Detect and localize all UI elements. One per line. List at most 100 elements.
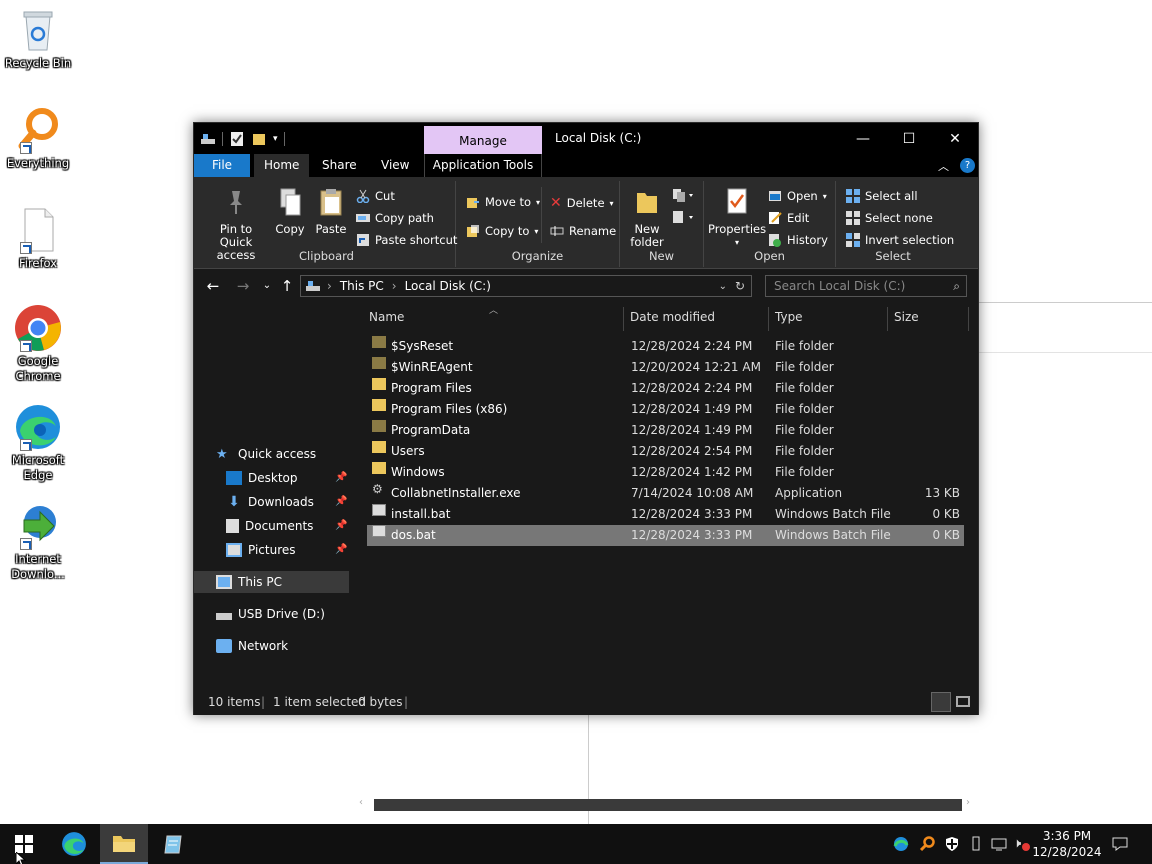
close-button[interactable]: ✕ — [932, 123, 978, 154]
column-header-type[interactable]: Type — [775, 303, 885, 331]
file-row[interactable]: install.bat 12/28/2024 3:33 PM Windows Bat… — [367, 504, 964, 525]
folder-icon — [372, 399, 386, 411]
customize-qat-icon[interactable]: ▾ — [273, 134, 278, 144]
easy-access-icon[interactable] — [672, 209, 696, 225]
volume-muted-icon[interactable]: 🕨 — [1013, 836, 1030, 852]
desktop-icon-microsoft-edge[interactable]: Microsoft Edge — [4, 403, 72, 483]
scroll-left-arrow[interactable]: ‹ — [359, 797, 363, 808]
nav-item-usb-drive[interactable]: USB Drive (D:) — [194, 603, 349, 625]
folder-icon — [372, 462, 386, 474]
tab-application-tools[interactable]: Application Tools — [424, 154, 542, 177]
chrome-icon — [14, 304, 62, 352]
file-row[interactable]: ProgramData 12/28/2024 1:49 PM File folder — [367, 420, 964, 441]
move-to-button[interactable]: Move to ▾ — [466, 195, 540, 209]
notification-center-icon[interactable] — [1112, 836, 1128, 852]
edit-button[interactable]: Edit — [768, 211, 809, 225]
new-item-icon[interactable] — [672, 187, 696, 203]
nav-item-documents[interactable]: Documents 📌 — [194, 515, 349, 537]
breadcrumb-local-disk[interactable]: Local Disk (C:) — [405, 279, 491, 293]
file-row[interactable]: Users 12/28/2024 2:54 PM File folder — [367, 441, 964, 462]
everything-tray-icon[interactable] — [919, 836, 935, 852]
pin-icon: 📌 — [335, 496, 348, 507]
desktop-icon-firefox[interactable]: Firefox — [4, 206, 72, 271]
details-view-button[interactable] — [931, 692, 951, 712]
copy-to-button[interactable]: Copy to ▾ — [466, 224, 538, 238]
address-input[interactable]: › This PC › Local Disk (C:) ⌄ ↻ — [300, 275, 752, 297]
nav-item-this-pc[interactable]: This PC — [194, 571, 349, 593]
file-date: 12/28/2024 2:24 PM — [631, 381, 753, 395]
recent-locations-button[interactable]: ⌄ — [257, 280, 277, 291]
forward-button[interactable]: → — [233, 277, 253, 295]
file-name: ProgramData — [391, 423, 471, 437]
network-tray-icon[interactable] — [893, 836, 909, 852]
tab-home[interactable]: Home — [254, 154, 310, 177]
search-input[interactable]: Search Local Disk (C:) ⌕ — [765, 275, 967, 297]
maximize-button[interactable]: ☐ — [886, 123, 932, 154]
properties-button[interactable]: Properties ▾ — [708, 187, 766, 249]
column-header-size[interactable]: Size — [894, 303, 954, 331]
desktop-icon-google-chrome[interactable]: Google Chrome — [4, 304, 72, 384]
file-row[interactable]: $SysReset 12/28/2024 2:24 PM File folder — [367, 336, 964, 357]
column-header-date-modified[interactable]: Date modified — [630, 303, 760, 331]
nav-item-desktop[interactable]: Desktop 📌 — [194, 467, 349, 489]
up-button[interactable]: ↑ — [277, 277, 297, 295]
nav-item-pictures[interactable]: Pictures 📌 — [194, 539, 349, 561]
copy-button[interactable]: Copy — [272, 187, 308, 236]
help-icon[interactable]: ? — [960, 158, 975, 173]
drive-icon[interactable] — [200, 131, 216, 147]
new-folder-button[interactable]: New folder — [626, 187, 668, 249]
taskbar-file-explorer[interactable] — [100, 824, 148, 864]
file-row[interactable]: Windows 12/28/2024 1:42 PM File folder — [367, 462, 964, 483]
tab-file[interactable]: File — [194, 154, 250, 177]
select-all-button[interactable]: Select all — [846, 189, 918, 203]
invert-selection-button[interactable]: Invert selection — [846, 233, 954, 247]
tab-share[interactable]: Share — [312, 154, 367, 177]
address-dropdown-icon[interactable]: ⌄ — [719, 281, 727, 292]
large-icons-view-button[interactable] — [956, 696, 970, 707]
file-row[interactable]: $WinREAgent 12/20/2024 12:21 AM File folde… — [367, 357, 964, 378]
nav-item-network[interactable]: Network — [194, 635, 349, 657]
delete-button[interactable]: ✕ Delete ▾ — [550, 195, 614, 211]
security-shield-icon[interactable] — [944, 836, 960, 852]
dropdown-icon: ▾ — [734, 238, 739, 247]
minimize-button[interactable]: — — [840, 123, 886, 154]
taskbar-edge[interactable] — [50, 824, 98, 864]
edit-label: Edit — [787, 211, 810, 225]
scroll-right-arrow[interactable]: › — [966, 797, 970, 808]
file-name: Program Files — [391, 381, 472, 395]
column-header-name[interactable]: Name — [369, 303, 619, 331]
desktop-icon-everything[interactable]: Everything — [4, 106, 72, 171]
file-row[interactable]: ⚙ CollabnetInstaller.exe 7/14/2024 10:08 A… — [367, 483, 964, 504]
file-row[interactable]: dos.bat 12/28/2024 3:33 PM Windows Batch F… — [367, 525, 964, 546]
file-row[interactable]: Program Files (x86) 12/28/2024 1:49 PM Fil… — [367, 399, 964, 420]
new-folder-qat-icon[interactable] — [251, 131, 267, 147]
nav-item-quick-access[interactable]: ★ Quick access — [194, 443, 349, 465]
usb-tray-icon[interactable] — [968, 836, 984, 852]
history-button[interactable]: History — [768, 233, 828, 247]
rename-button[interactable]: Rename — [550, 224, 616, 238]
network-connection-icon[interactable] — [991, 836, 1007, 852]
paste-button[interactable]: Paste — [312, 187, 350, 236]
breadcrumb-this-pc[interactable]: This PC — [340, 279, 384, 293]
back-button[interactable]: ← — [203, 277, 223, 295]
collapse-ribbon-icon[interactable]: ︿ — [938, 158, 949, 174]
horizontal-scrollbar[interactable] — [374, 799, 962, 811]
properties-check-icon[interactable] — [229, 131, 245, 147]
clock[interactable]: 3:36 PM 12/28/2024 — [1032, 828, 1102, 860]
copy-path-button[interactable]: Copy path — [356, 211, 434, 225]
open-button[interactable]: Open ▾ — [768, 189, 827, 203]
taskbar-notepad[interactable] — [150, 824, 198, 864]
desktop-icon-internet-download-manager[interactable]: Internet Downlo... — [4, 502, 72, 582]
nav-item-downloads[interactable]: ⬇ Downloads 📌 — [194, 491, 349, 513]
tab-manage[interactable]: Manage — [424, 126, 542, 154]
organize-group: Move to ▾ Copy to ▾ ✕ Delete ▾ Rename Organ… — [456, 181, 620, 267]
cut-button[interactable]: Cut — [356, 189, 395, 203]
paste-shortcut-button[interactable]: Paste shortcut — [356, 233, 457, 247]
tab-view[interactable]: View — [371, 154, 419, 177]
select-none-button[interactable]: Select none — [846, 211, 933, 225]
nav-label: Downloads — [248, 495, 314, 509]
desktop-icon-recycle-bin[interactable]: Recycle Bin — [4, 6, 72, 71]
refresh-icon[interactable]: ↻ — [735, 279, 745, 293]
rename-label: Rename — [569, 224, 617, 238]
file-row[interactable]: Program Files 12/28/2024 2:24 PM File fold… — [367, 378, 964, 399]
